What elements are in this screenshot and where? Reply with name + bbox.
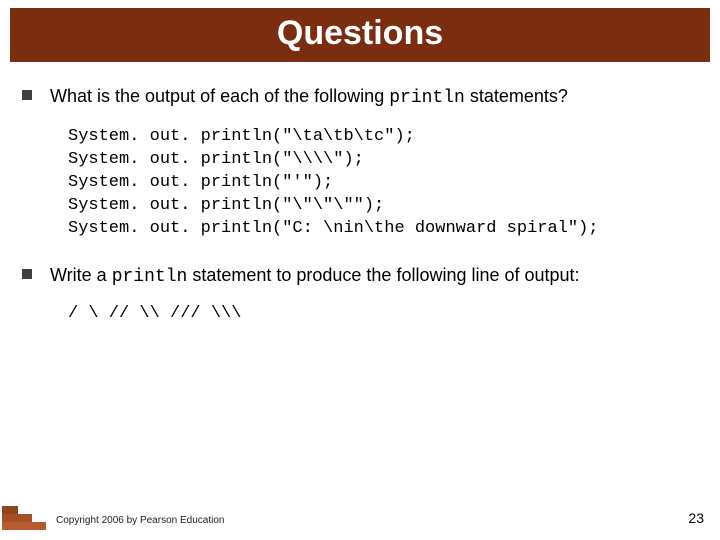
bullet-icon <box>22 269 32 279</box>
podium-step <box>2 522 46 530</box>
q2-post: statement to produce the following line … <box>187 265 579 285</box>
question-2-text: Write a println statement to produce the… <box>50 263 580 289</box>
slide-title: Questions <box>0 14 720 53</box>
title-band: Questions <box>0 8 720 80</box>
output-block: / \ // \\ /// \\\ <box>68 303 698 326</box>
q1-post: statements? <box>465 86 568 106</box>
q2-pre: Write a <box>50 265 112 285</box>
code-block-1: System. out. println("\ta\tb\tc"); Syste… <box>68 126 698 241</box>
copyright-text: Copyright 2006 by Pearson Education <box>56 515 224 526</box>
question-1: What is the output of each of the follow… <box>22 84 698 110</box>
page-number: 23 <box>688 510 704 526</box>
content-area: What is the output of each of the follow… <box>0 78 720 326</box>
footer: Copyright 2006 by Pearson Education 23 <box>0 504 720 532</box>
q2-mono: println <box>112 267 188 287</box>
bullet-icon <box>22 90 32 100</box>
q1-pre: What is the output of each of the follow… <box>50 86 389 106</box>
question-2: Write a println statement to produce the… <box>22 263 698 289</box>
podium-icon <box>2 502 46 530</box>
podium-step <box>2 506 18 514</box>
slide: Questions What is the output of each of … <box>0 0 720 540</box>
question-1-text: What is the output of each of the follow… <box>50 84 568 110</box>
q1-mono: println <box>389 88 465 108</box>
podium-step <box>2 514 32 522</box>
